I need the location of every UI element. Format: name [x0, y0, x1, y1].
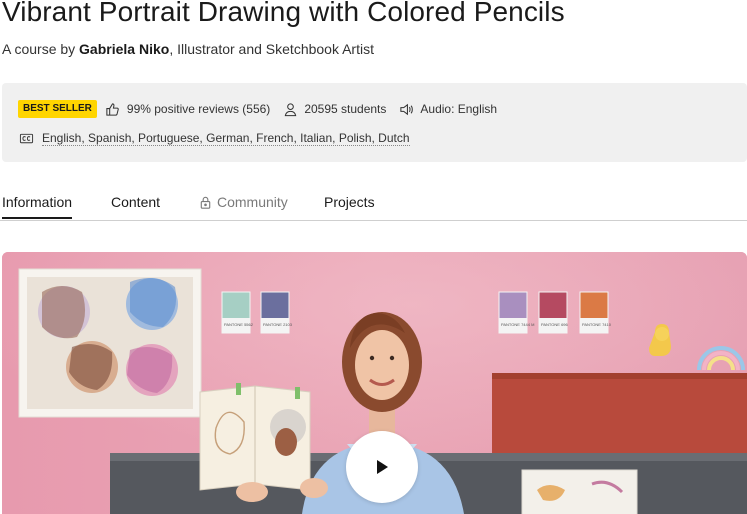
- tab-information[interactable]: Information: [2, 194, 73, 219]
- swatch-label: PANTONE 2103: [263, 322, 293, 327]
- byline-prefix: A course by: [2, 41, 80, 57]
- swatch-label: PANTONE 5562: [224, 322, 254, 327]
- author-name[interactable]: Gabriela Niko: [79, 41, 169, 57]
- swatch-label: PANTONE 696: [541, 322, 569, 327]
- author-title: , Illustrator and Sketchbook Artist: [169, 41, 374, 57]
- course-stats-row: BEST SELLER 99% positive reviews (556) 2…: [18, 100, 497, 118]
- tab-community[interactable]: Community: [197, 194, 288, 210]
- thumbs-up-icon: [105, 101, 121, 117]
- course-title: Vibrant Portrait Drawing with Colored Pe…: [2, 0, 565, 27]
- closed-captions-icon: [18, 130, 34, 146]
- play-button[interactable]: [346, 431, 418, 503]
- audio-text: Audio: English: [420, 102, 498, 116]
- subtitles-row: English, Spanish, Portuguese, German, Fr…: [18, 129, 410, 147]
- reviews-text: 99% positive reviews (556): [126, 102, 271, 116]
- subtitle-languages[interactable]: English, Spanish, Portuguese, German, Fr…: [42, 131, 410, 146]
- speaker-icon: [398, 101, 414, 117]
- play-icon: [377, 460, 388, 474]
- tab-content[interactable]: Content: [111, 194, 160, 210]
- course-tabs: Information Content Community Projects: [0, 186, 747, 221]
- user-icon: [282, 101, 298, 117]
- tab-community-label: Community: [217, 194, 288, 210]
- swatch-label: PANTONE 7410: [582, 322, 612, 327]
- students-text: 20595 students: [304, 102, 387, 116]
- best-seller-badge: BEST SELLER: [18, 100, 97, 118]
- lock-icon: [197, 194, 213, 210]
- course-info-box: BEST SELLER 99% positive reviews (556) 2…: [2, 83, 747, 162]
- course-byline: A course by Gabriela Niko, Illustrator a…: [2, 40, 374, 58]
- course-video-preview[interactable]: PANTONE 5562 PANTONE 2103 PANTONE 7444 M…: [2, 252, 747, 514]
- tab-projects[interactable]: Projects: [324, 194, 375, 210]
- swatch-label: PANTONE 7444 M: [501, 322, 534, 327]
